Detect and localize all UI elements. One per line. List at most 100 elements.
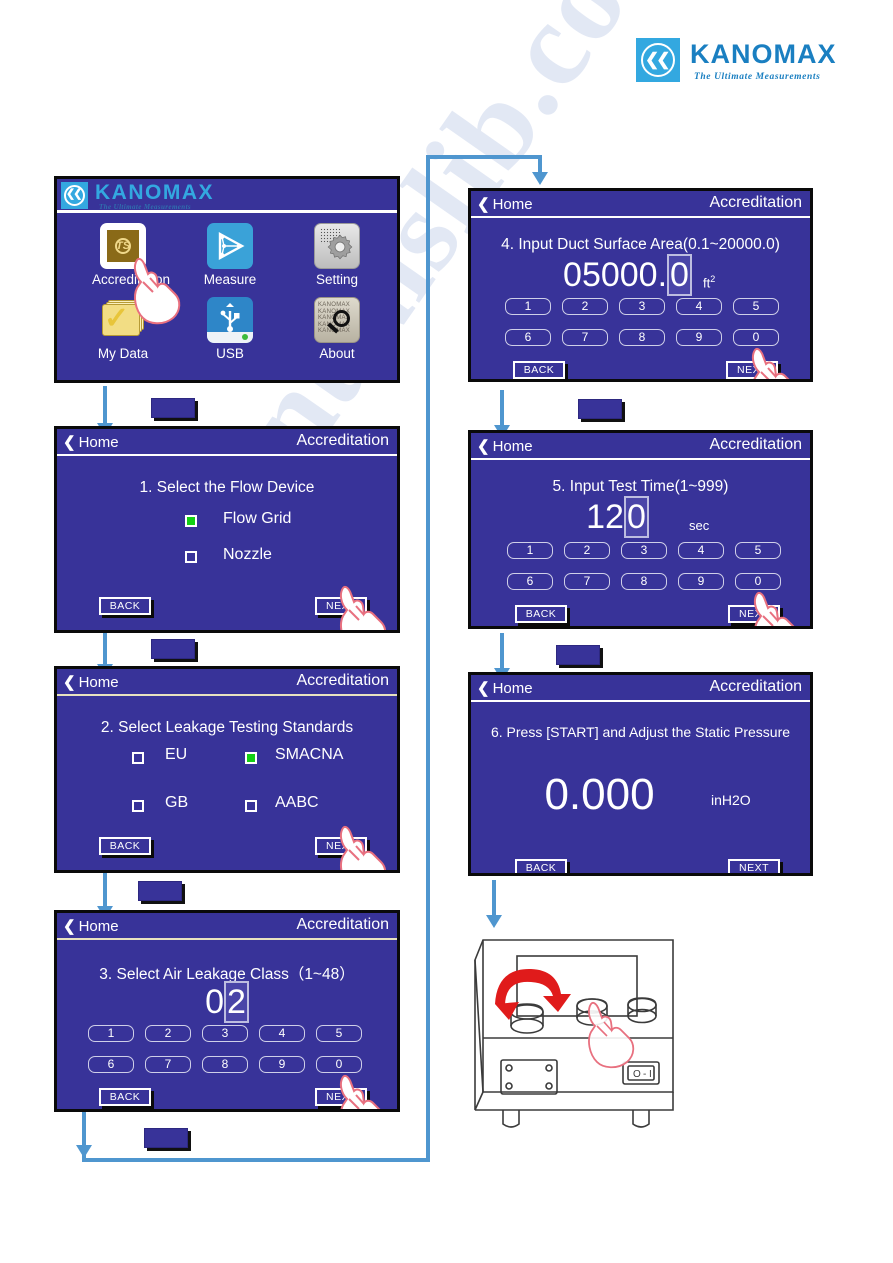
app-label: My Data (97, 346, 149, 361)
key-1[interactable]: 1 (505, 298, 551, 315)
app-setting[interactable]: Setting (306, 223, 368, 287)
key-9[interactable]: 9 (259, 1056, 305, 1073)
key-4[interactable]: 4 (678, 542, 724, 559)
key-4[interactable]: 4 (259, 1025, 305, 1042)
flow-line (103, 870, 107, 910)
key-0[interactable]: 0 (316, 1056, 362, 1073)
step-title: 5. Input Test Time(1~999) (552, 478, 729, 495)
back-button[interactable]: BACK (99, 837, 151, 855)
brand-header: ❮❮ KANOMAX The Ultimate Measurements (636, 38, 866, 90)
kanomax-double-chevron-icon: ❮❮ (61, 182, 88, 209)
gear-icon (314, 223, 360, 269)
option-checkbox-flow-grid[interactable] (185, 515, 197, 527)
back-button[interactable]: BACK (99, 1088, 151, 1106)
screen-step2[interactable]: ❮ Home Accreditation 2. Select Leakage Te… (54, 666, 400, 873)
key-8[interactable]: 8 (621, 573, 667, 590)
flow-line (492, 880, 496, 918)
flow-line (103, 628, 107, 668)
screen-title: Accreditation (709, 678, 803, 695)
usb-icon (207, 297, 253, 343)
back-home-link[interactable]: ❮ Home (477, 437, 533, 455)
back-button[interactable]: BACK (515, 859, 567, 873)
screen-header: ❮ Home Accreditation (57, 429, 397, 456)
key-9[interactable]: 9 (676, 329, 722, 346)
key-8[interactable]: 8 (202, 1056, 248, 1073)
screen-step3[interactable]: ❮ Home Accreditation 3. Select Air Leakag… (54, 910, 400, 1112)
value-prefix: 05000. (563, 256, 668, 294)
kanomax-double-chevron-icon: ❮❮ (636, 38, 680, 82)
key-7[interactable]: 7 (564, 573, 610, 590)
rotate-knob-arrow-icon (495, 968, 571, 1020)
option-checkbox-gb[interactable] (132, 800, 144, 812)
chevron-left-icon: ❮ (63, 434, 76, 451)
back-home-link[interactable]: ❮ Home (63, 917, 119, 935)
option-checkbox-aabc[interactable] (245, 800, 257, 812)
screen-header: ❮ Home Accreditation (57, 669, 397, 696)
back-button[interactable]: BACK (513, 361, 565, 379)
chevron-left-icon: ❮ (63, 674, 76, 691)
key-1[interactable]: 1 (88, 1025, 134, 1042)
key-2[interactable]: 2 (564, 542, 610, 559)
next-button[interactable]: NEXT (728, 859, 780, 873)
key-0[interactable]: 0 (735, 573, 781, 590)
next-button-marker (556, 645, 600, 665)
back-home-link[interactable]: ❮ Home (63, 673, 119, 691)
brand-wordmark: KANOMAX (690, 39, 837, 69)
screen-step6[interactable]: ❮ Home Accreditation 6. Press [START] and… (468, 672, 813, 876)
screen-title: Accreditation (296, 672, 390, 689)
key-2[interactable]: 2 (145, 1025, 191, 1042)
next-button[interactable]: NEXT (315, 837, 367, 855)
option-label: Nozzle (223, 546, 272, 563)
screen-home[interactable]: ❮❮ KANOMAX The Ultimate Measurements TS … (54, 176, 400, 383)
app-measure[interactable]: Measure (199, 223, 261, 287)
screen-step5[interactable]: ❮ Home Accreditation 5. Input Test Time(1… (468, 430, 813, 629)
value-prefix: 12 (586, 498, 624, 536)
screen-header: ❮ Home Accreditation (471, 191, 810, 218)
key-3[interactable]: 3 (202, 1025, 248, 1042)
app-usb[interactable]: USB (199, 297, 261, 361)
option-checkbox-smacna[interactable] (245, 752, 257, 764)
svg-text:-: - (643, 1069, 646, 1080)
key-1[interactable]: 1 (507, 542, 553, 559)
app-about[interactable]: KANOMAXKANOMAXKANOMAXKANOMAXKANOMAX Abou… (306, 297, 368, 361)
back-button[interactable]: BACK (99, 597, 151, 615)
key-6[interactable]: 6 (507, 573, 553, 590)
option-checkbox-nozzle[interactable] (185, 551, 197, 563)
next-button[interactable]: NEXT (315, 597, 367, 615)
key-4[interactable]: 4 (676, 298, 722, 315)
back-button[interactable]: BACK (515, 605, 567, 623)
key-2[interactable]: 2 (562, 298, 608, 315)
back-home-link[interactable]: ❮ Home (63, 433, 119, 451)
screen-header: ❮ Home Accreditation (471, 433, 810, 460)
step-title: 2. Select Leakage Testing Standards (100, 719, 354, 736)
key-7[interactable]: 7 (145, 1056, 191, 1073)
key-5[interactable]: 5 (733, 298, 779, 315)
next-button[interactable]: NEXT (315, 1088, 367, 1106)
key-8[interactable]: 8 (619, 329, 665, 346)
key-7[interactable]: 7 (562, 329, 608, 346)
next-button[interactable]: NEXT (728, 605, 780, 623)
key-6[interactable]: 6 (88, 1056, 134, 1073)
key-3[interactable]: 3 (619, 298, 665, 315)
app-label: USB (216, 346, 244, 361)
screen-step1[interactable]: ❮ Home Accreditation 1. Select the Flow D… (54, 426, 400, 633)
value-display: 05000.0 (471, 254, 810, 296)
key-9[interactable]: 9 (678, 573, 724, 590)
key-5[interactable]: 5 (735, 542, 781, 559)
option-label: AABC (275, 794, 319, 811)
back-home-link[interactable]: ❮ Home (477, 195, 533, 213)
key-3[interactable]: 3 (621, 542, 667, 559)
option-checkbox-eu[interactable] (132, 752, 144, 764)
key-6[interactable]: 6 (505, 329, 551, 346)
svg-text:O: O (633, 1069, 641, 1080)
key-5[interactable]: 5 (316, 1025, 362, 1042)
flow-line (426, 155, 430, 1160)
key-0[interactable]: 0 (733, 329, 779, 346)
next-button-marker (151, 639, 195, 659)
app-my-data[interactable]: ✓ My Data (92, 297, 154, 361)
back-home-link[interactable]: ❮ Home (477, 679, 533, 697)
next-button[interactable]: NEXT (726, 361, 778, 379)
app-accreditation[interactable]: TS Accreditation (92, 223, 170, 287)
value-cursor-digit: 0 (667, 254, 692, 296)
screen-step4[interactable]: ❮ Home Accreditation 4. Input Duct Surfac… (468, 188, 813, 382)
